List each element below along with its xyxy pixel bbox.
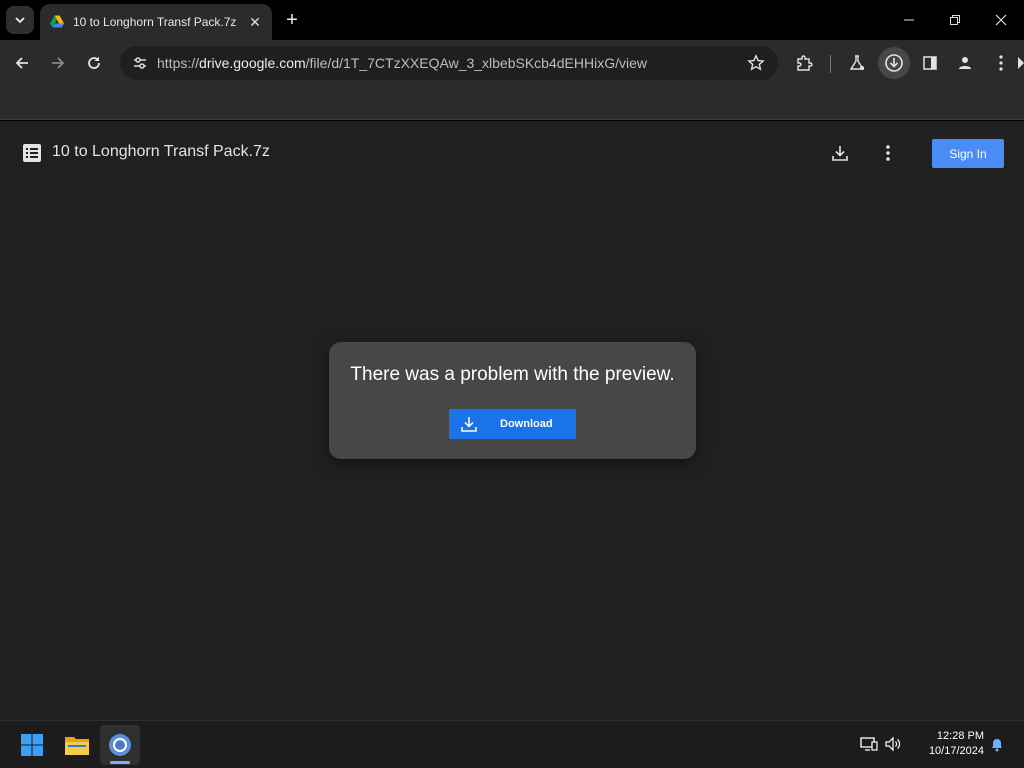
url-prefix: https:// (157, 55, 200, 71)
windows-taskbar: 12:28 PM 10/17/2024 (0, 720, 1024, 768)
chevron-down-icon (15, 17, 25, 24)
star-icon (747, 54, 765, 71)
browser-menu-button[interactable] (987, 49, 1015, 77)
sign-in-button[interactable]: Sign In (932, 139, 1004, 168)
file-list-icon (23, 144, 41, 162)
close-icon (995, 14, 1007, 26)
more-vert-icon (886, 145, 890, 161)
start-button[interactable] (12, 725, 52, 765)
arrow-right-icon (52, 57, 65, 69)
chrome-taskbar-button[interactable] (100, 725, 140, 765)
taskbar-clock[interactable]: 12:28 PM 10/17/2024 (912, 729, 984, 759)
site-info-button[interactable] (126, 49, 154, 77)
dialog-download-button[interactable]: Download (449, 409, 576, 439)
folder-icon (65, 737, 89, 755)
minimize-icon (904, 19, 914, 21)
clock-date: 10/17/2024 (928, 745, 984, 757)
restore-button[interactable] (932, 0, 978, 40)
side-panel-button[interactable] (916, 49, 944, 77)
browser-toolbar: https://drive.google.com/file/d/1T_7CTzX… (0, 40, 1024, 86)
google-drive-icon (50, 15, 64, 28)
bell-icon (992, 739, 1002, 752)
forward-button[interactable] (44, 49, 72, 77)
active-app-indicator (110, 761, 130, 764)
address-bar[interactable]: https://drive.google.com/file/d/1T_7CTzX… (120, 46, 778, 80)
speaker-icon (885, 736, 901, 752)
tune-icon (134, 57, 146, 69)
preview-error-dialog: There was a problem with the preview. Do… (329, 342, 696, 459)
flask-icon (849, 55, 865, 70)
download-icon (461, 417, 477, 432)
dialog-download-label: Download (500, 418, 553, 430)
notifications-button[interactable] (986, 733, 1008, 755)
tab-search-button[interactable] (6, 6, 34, 34)
browser-tab[interactable]: 10 to Longhorn Transf Pack.7z ✕ (40, 4, 272, 40)
close-tab-icon[interactable]: ✕ (246, 13, 264, 31)
download-button[interactable] (828, 141, 852, 165)
url-text: https://drive.google.com/file/d/1T_7CTzX… (157, 55, 647, 71)
network-icon (860, 737, 878, 751)
more-actions-button[interactable] (876, 141, 900, 165)
close-window-button[interactable] (978, 0, 1024, 40)
preview-error-message: There was a problem with the preview. (350, 364, 675, 385)
restore-icon (950, 15, 960, 25)
download-circle-icon (885, 54, 903, 72)
back-button[interactable] (8, 49, 36, 77)
chevron-right-icon (1018, 57, 1024, 69)
tab-strip: 10 to Longhorn Transf Pack.7z ✕ + (0, 0, 1024, 40)
drive-header: 10 to Longhorn Transf Pack.7z Sign In (0, 121, 1024, 185)
toolbar-separator (830, 55, 831, 73)
tab-title: 10 to Longhorn Transf Pack.7z (73, 15, 237, 29)
volume-icon-button[interactable] (882, 733, 904, 755)
download-icon (832, 146, 848, 161)
puzzle-icon (797, 55, 813, 71)
bookmark-star-button[interactable] (746, 53, 766, 73)
file-name: 10 to Longhorn Transf Pack.7z (52, 143, 270, 160)
clock-time: 12:28 PM (936, 730, 984, 742)
network-icon-button[interactable] (858, 733, 880, 755)
url-path: /file/d/1T_7CTzXXEQAw_3_xlbebSKcb4dEHHix… (305, 55, 647, 71)
file-explorer-button[interactable] (57, 725, 97, 765)
labs-button[interactable] (843, 49, 871, 77)
chrome-icon (109, 734, 131, 756)
drive-preview-page: 10 to Longhorn Transf Pack.7z Sign In Th… (0, 121, 1024, 720)
arrow-left-icon (15, 57, 28, 69)
downloads-button[interactable] (878, 47, 910, 79)
extensions-button[interactable] (790, 49, 818, 77)
reload-button[interactable] (80, 49, 108, 77)
bookmarks-bar (0, 86, 1024, 120)
profile-button[interactable] (951, 49, 979, 77)
side-panel-icon (923, 56, 937, 70)
reload-icon (88, 56, 100, 69)
more-vert-icon (999, 55, 1003, 71)
new-tab-button[interactable]: + (280, 8, 304, 32)
url-host: drive.google.com (199, 55, 306, 71)
minimize-button[interactable] (886, 0, 932, 40)
windows-logo-icon (21, 734, 43, 756)
person-icon (959, 57, 971, 69)
